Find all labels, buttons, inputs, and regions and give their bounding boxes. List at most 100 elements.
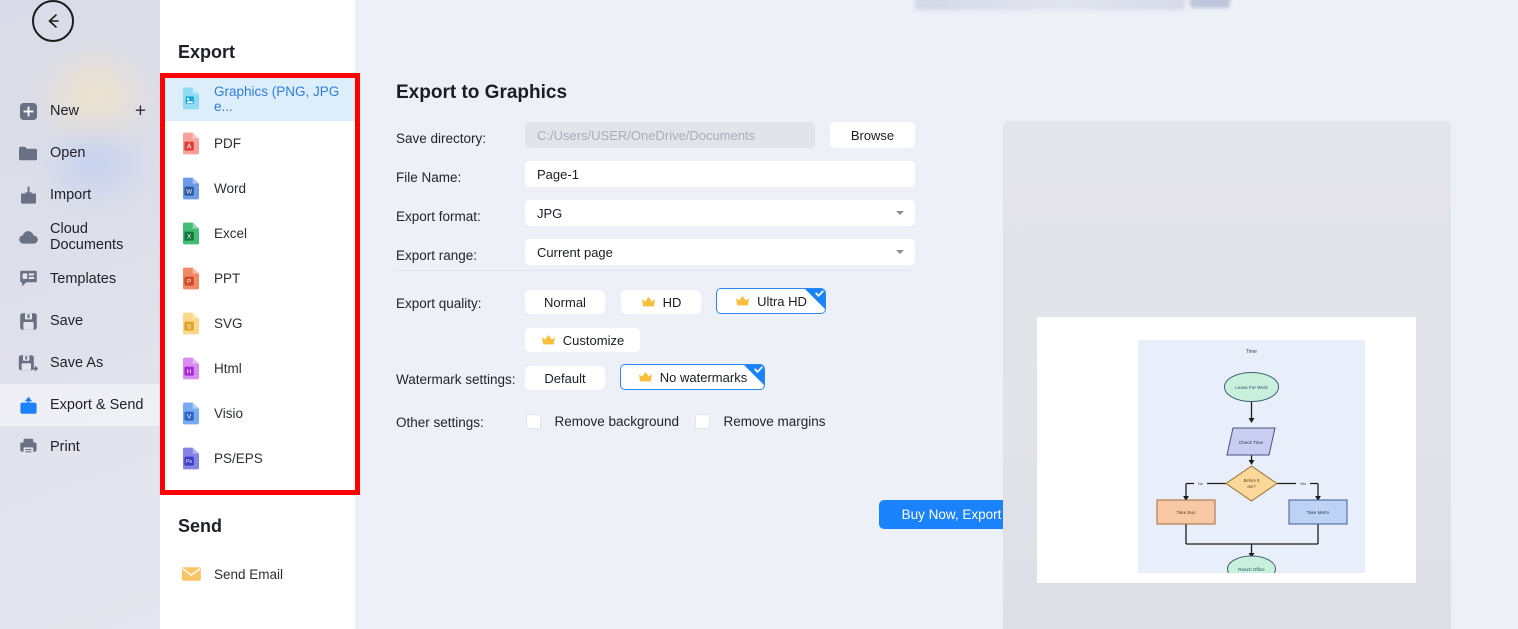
top-cut-off-badge: [1190, 0, 1230, 8]
checkbox-remove-background[interactable]: [526, 414, 541, 430]
format-label-html: Html: [214, 361, 242, 376]
format-item-graphics[interactable]: Graphics (PNG, JPG e...: [160, 76, 355, 121]
format-item-ps-eps[interactable]: Ps PS/EPS: [160, 436, 355, 481]
graphics-file-icon: [180, 87, 202, 111]
format-label-visio: Visio: [214, 406, 244, 421]
quality-option-ultra-hd[interactable]: Ultra HD: [716, 288, 826, 314]
crown-icon: [735, 295, 750, 308]
nav-label-save-as: Save As: [50, 355, 104, 371]
edge-label-yes: Yes: [1300, 481, 1307, 486]
watermark-settings-label: Watermark settings:: [396, 372, 516, 387]
nav-item-print[interactable]: Print: [0, 426, 160, 468]
export-format-select[interactable]: JPG: [525, 200, 915, 226]
arrow-left-icon: [48, 14, 59, 28]
svg-text:A: A: [187, 143, 192, 150]
html-file-icon: H: [180, 357, 202, 381]
browse-button[interactable]: Browse: [830, 122, 915, 148]
format-item-word[interactable]: W Word: [160, 166, 355, 211]
export-range-label: Export range:: [396, 248, 478, 263]
edge-label-no: No: [1198, 481, 1204, 486]
chevron-down-icon: [896, 250, 904, 254]
svg-text:S: S: [187, 323, 191, 330]
chevron-down-icon: [896, 211, 904, 215]
selected-check-icon: [804, 289, 825, 310]
node-decision-label-line1: Before 8: [1244, 478, 1261, 483]
nav-item-templates[interactable]: Templates: [0, 258, 160, 300]
format-label-ps-eps: PS/EPS: [214, 451, 263, 466]
new-add-button[interactable]: +: [135, 102, 146, 121]
send-email-item[interactable]: Send Email: [180, 562, 283, 586]
pdf-file-icon: A: [180, 132, 202, 156]
format-item-excel[interactable]: X Excel: [160, 211, 355, 256]
svg-text:W: W: [186, 188, 192, 195]
ppt-file-icon: P: [180, 267, 202, 291]
back-button[interactable]: [32, 0, 74, 42]
format-item-ppt[interactable]: P PPT: [160, 256, 355, 301]
nav-label-export-send: Export & Send: [50, 397, 144, 413]
printer-icon: [16, 435, 40, 459]
quality-option-customize[interactable]: Customize: [525, 328, 640, 352]
format-item-visio[interactable]: V Visio: [160, 391, 355, 436]
format-label-graphics: Graphics (PNG, JPG e...: [214, 83, 340, 114]
nav-item-export-send[interactable]: Export & Send: [0, 384, 160, 426]
save-as-icon: [16, 351, 40, 375]
selected-check-icon: [743, 365, 764, 386]
nav-item-import[interactable]: Import: [0, 174, 160, 216]
top-cut-off-text: [915, 0, 1185, 10]
format-item-pdf[interactable]: A PDF: [160, 121, 355, 166]
svg-text:H: H: [187, 368, 192, 375]
watermark-option-default[interactable]: Default: [525, 366, 605, 390]
nav-item-save[interactable]: Save: [0, 300, 160, 342]
nav-items-list: New + Open Import Cloud Documents Templa…: [0, 90, 160, 468]
send-section-title: Send: [178, 516, 223, 536]
nav-label-cloud-documents: Cloud Documents: [50, 221, 124, 253]
checkbox-remove-margins[interactable]: [695, 414, 710, 430]
format-item-svg[interactable]: S SVG: [160, 301, 355, 346]
quality-normal-label: Normal: [544, 294, 586, 310]
nav-item-open[interactable]: Open: [0, 132, 160, 174]
file-name-label: File Name:: [396, 170, 462, 185]
left-navigation: New + Open Import Cloud Documents Templa…: [0, 0, 160, 629]
node-take-bus-label: Take Bus: [1177, 510, 1197, 515]
svg-text:P: P: [187, 278, 191, 285]
node-take-metro-label: Take Metro: [1307, 510, 1330, 515]
checkbox-remove-margins-label: Remove margins: [723, 414, 826, 430]
save-directory-row: Save directory: C:/Users/USER/OneDrive/D…: [393, 122, 958, 160]
checkbox-remove-margins-group[interactable]: Remove margins: [695, 413, 826, 431]
file-name-input[interactable]: Page-1: [525, 161, 915, 187]
export-range-select[interactable]: Current page: [525, 239, 915, 265]
section-divider: [393, 270, 911, 271]
save-icon: [16, 309, 40, 333]
format-item-html[interactable]: H Html: [160, 346, 355, 391]
page-title: Export to Graphics: [396, 82, 568, 103]
checkbox-remove-background-label: Remove background: [554, 414, 680, 430]
format-label-excel: Excel: [214, 226, 248, 241]
diagram-title: Time: [1246, 349, 1257, 355]
export-quality-label: Export quality:: [396, 296, 482, 311]
checkbox-remove-background-group[interactable]: Remove background: [526, 413, 679, 431]
export-send-icon: [16, 393, 40, 417]
nav-item-cloud-documents[interactable]: Cloud Documents: [0, 216, 160, 258]
nav-label-new: New: [50, 103, 80, 119]
nav-label-save: Save: [50, 313, 84, 329]
nav-item-save-as[interactable]: Save As: [0, 342, 160, 384]
cloud-icon: [16, 225, 40, 249]
file-name-row: File Name: Page-1: [393, 161, 958, 199]
nav-label-templates: Templates: [50, 271, 117, 287]
word-file-icon: W: [180, 177, 202, 201]
save-directory-input[interactable]: C:/Users/USER/OneDrive/Documents: [525, 122, 815, 148]
nav-item-new[interactable]: New +: [0, 90, 160, 132]
quality-option-hd[interactable]: HD: [621, 290, 701, 314]
quality-option-normal[interactable]: Normal: [525, 290, 605, 314]
export-format-panel: Export Graphics (PNG, JPG e... A PDF W W…: [160, 0, 355, 629]
crown-icon: [541, 334, 556, 347]
nav-label-open: Open: [50, 145, 86, 161]
node-check-time-label: Check Time: [1239, 440, 1264, 445]
export-format-list: Graphics (PNG, JPG e... A PDF W Word X E…: [160, 76, 355, 481]
watermark-option-no-watermarks[interactable]: No watermarks: [620, 364, 765, 390]
crown-icon: [638, 371, 653, 384]
svg-file-icon: S: [180, 312, 202, 336]
node-end-label: Reach Office: [1238, 567, 1265, 572]
quality-customize-label: Customize: [562, 332, 625, 348]
format-label-ppt: PPT: [214, 271, 241, 286]
